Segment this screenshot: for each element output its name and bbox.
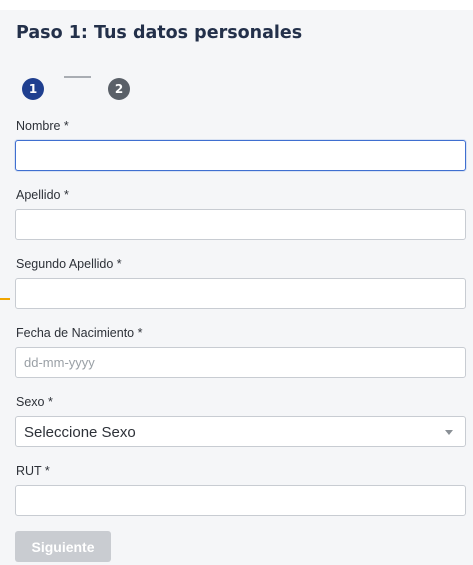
sexo-label: Sexo * xyxy=(16,395,53,409)
rut-input[interactable] xyxy=(15,485,466,516)
page-title: Paso 1: Tus datos personales xyxy=(16,23,303,43)
segundo-apellido-label: Segundo Apellido * xyxy=(16,257,122,271)
siguiente-button[interactable]: Siguiente xyxy=(15,531,111,562)
sexo-select[interactable]: Seleccione Sexo xyxy=(15,416,466,447)
sexo-select-value: Seleccione Sexo xyxy=(24,424,136,441)
nombre-input[interactable] xyxy=(15,140,466,171)
step-2-indicator: 2 xyxy=(108,78,130,100)
nombre-label: Nombre * xyxy=(16,119,69,133)
step-connector xyxy=(64,76,91,78)
accent-marker xyxy=(0,298,10,300)
fecha-nacimiento-label: Fecha de Nacimiento * xyxy=(16,326,143,340)
rut-label: RUT * xyxy=(16,464,50,478)
apellido-input[interactable] xyxy=(15,209,466,240)
chevron-down-icon xyxy=(445,430,453,435)
segundo-apellido-input[interactable] xyxy=(15,278,466,309)
apellido-label: Apellido * xyxy=(16,188,69,202)
stepper: 1 2 xyxy=(22,74,142,104)
step-1-indicator: 1 xyxy=(22,78,44,100)
fecha-nacimiento-input[interactable] xyxy=(15,347,466,378)
